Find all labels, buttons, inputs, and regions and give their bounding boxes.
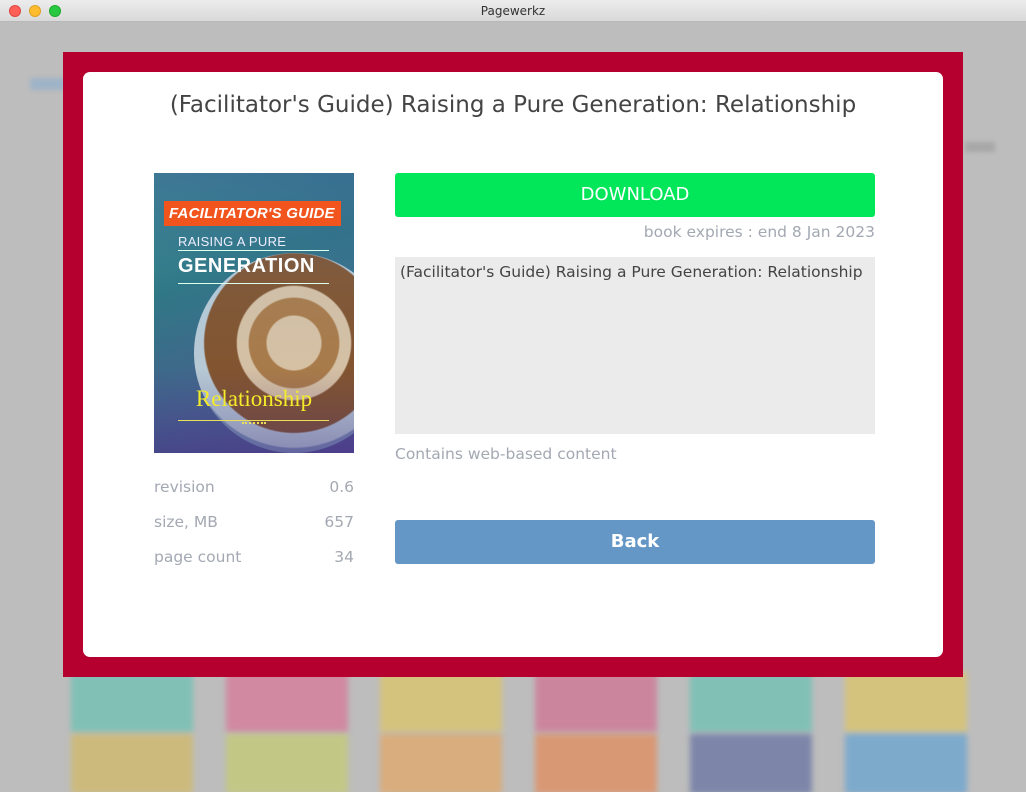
download-button[interactable]: DOWNLOAD: [395, 173, 875, 217]
meta-revision: revision 0.6: [154, 478, 354, 498]
back-button[interactable]: Back: [395, 520, 875, 564]
book-cover-image: FACILITATOR'S GUIDE RAISING A PURE GENER…: [154, 173, 354, 453]
background-book-card: [845, 672, 967, 732]
background-book-card: [226, 672, 348, 732]
cover-line2: GENERATION: [178, 255, 315, 277]
description-box[interactable]: (Facilitator's Guide) Raising a Pure Gen…: [395, 257, 875, 434]
book-title: (Facilitator's Guide) Raising a Pure Gen…: [169, 92, 857, 118]
background-book-card: [690, 672, 812, 732]
background-book-card: [71, 672, 193, 732]
background-book-card: [380, 734, 502, 792]
background-book-card: [845, 734, 967, 792]
background-book-card: [535, 734, 657, 792]
cover-subtitle: Relationship: [195, 386, 313, 411]
background-book-card: [690, 734, 812, 792]
background-book-card: [226, 734, 348, 792]
meta-label: size, MB: [154, 513, 218, 531]
expiry-text: book expires : end 8 Jan 2023: [643, 223, 875, 241]
meta-value: 0.6: [329, 478, 354, 496]
book-detail-modal: (Facilitator's Guide) Raising a Pure Gen…: [83, 72, 943, 657]
background-book-card: [535, 672, 657, 732]
background-book-card: [71, 734, 193, 792]
meta-page-count: page count 34: [154, 548, 354, 568]
meta-size: size, MB 657: [154, 513, 354, 533]
cover-badge: FACILITATOR'S GUIDE: [164, 201, 341, 226]
cover-line1: RAISING A PURE: [178, 234, 287, 249]
window-title: Pagewerkz: [480, 4, 546, 18]
web-content-note: Contains web-based content: [395, 445, 617, 463]
background-control: [965, 142, 995, 152]
background-book-card: [380, 672, 502, 732]
meta-label: page count: [154, 548, 242, 566]
window-titlebar: Pagewerkz: [0, 0, 1026, 22]
meta-label: revision: [154, 478, 215, 496]
meta-value: 34: [334, 548, 354, 566]
meta-value: 657: [324, 513, 354, 531]
